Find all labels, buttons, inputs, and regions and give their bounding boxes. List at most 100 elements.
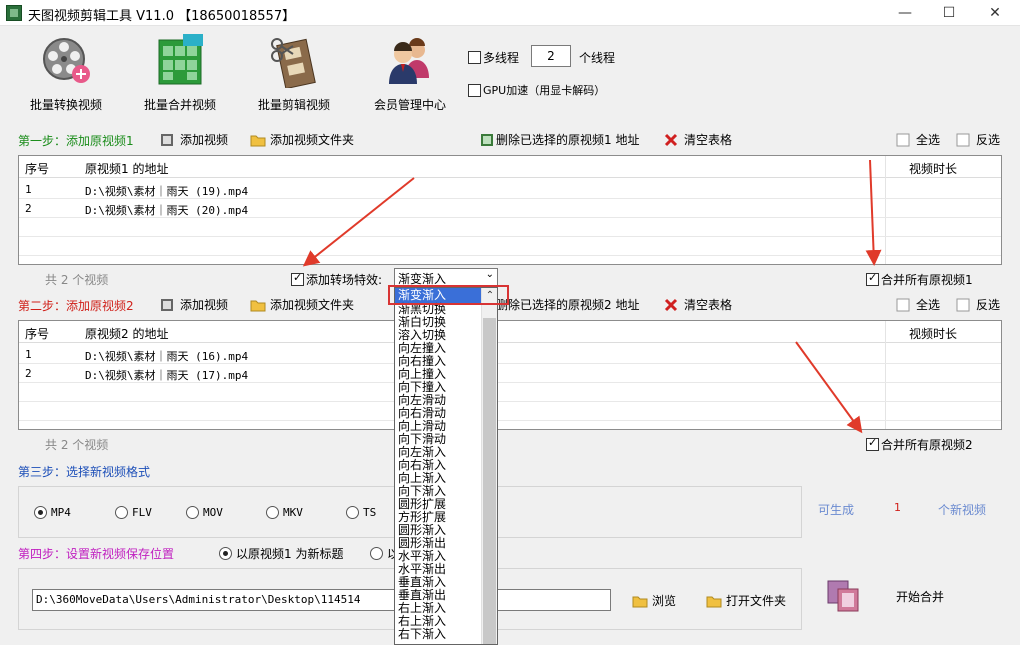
col-path: 原视频2 的地址 — [85, 327, 169, 341]
format-ts[interactable]: TS — [346, 506, 376, 519]
format-mov[interactable]: MOV — [186, 506, 223, 519]
merge-all-1-option[interactable]: 合并所有原视频1 — [866, 271, 973, 288]
step1-count: 共 2 个视频 — [45, 273, 109, 287]
film-add-icon — [160, 133, 174, 147]
format-label: MOV — [203, 506, 223, 519]
tool-label: 批量转换视频 — [29, 98, 102, 112]
step1-table[interactable]: 序号 原视频1 的地址 视频时长 1 D:\视频\素材｜雨天 (19).mp4 … — [18, 155, 1002, 265]
start-merge-button[interactable]: 开始合并 — [826, 578, 966, 614]
batch-edit-button[interactable]: 批量剪辑视频 — [244, 34, 344, 113]
dropdown-scrollbar[interactable]: ⌃ — [481, 288, 497, 644]
step2-invert-button[interactable]: 反选 — [956, 296, 1000, 313]
step2-clear-table-button[interactable]: 清空表格 — [664, 296, 732, 313]
merge-video-icon — [826, 579, 862, 613]
merge-all-2-option[interactable]: 合并所有原视频2 — [866, 436, 973, 453]
col-no: 序号 — [25, 327, 50, 341]
table-row-empty — [19, 402, 1001, 421]
invert-icon — [956, 298, 970, 312]
app-icon — [6, 5, 22, 21]
step1-delete-selected-button[interactable]: 删除已选择的原视频1 地址 — [480, 131, 639, 148]
step2-add-folder-button[interactable]: 添加视频文件夹 — [250, 296, 354, 313]
film-cut-icon — [267, 34, 321, 90]
title-from-original-option[interactable]: 以原视频1 为新标题 — [219, 545, 343, 562]
open-folder-label: 打开文件夹 — [726, 594, 787, 608]
invert-icon — [956, 133, 970, 147]
batch-merge-button[interactable]: 批量合并视频 — [130, 34, 230, 113]
browse-label: 浏览 — [652, 594, 677, 608]
select-all-label: 全选 — [916, 298, 941, 312]
step3-title: 第三步：选择新视频格式 — [18, 465, 151, 479]
radio-title-other[interactable] — [370, 547, 383, 560]
radio-title-original[interactable] — [219, 547, 232, 560]
folder-icon — [632, 594, 648, 608]
maximize-button[interactable]: ☐ — [926, 0, 972, 26]
step2-count: 共 2 个视频 — [45, 438, 109, 452]
table-row[interactable]: 1 D:\视频\素材｜雨天 (16).mp4 — [19, 345, 1001, 364]
tool-label: 会员管理中心 — [373, 98, 446, 112]
table-row[interactable]: 1 D:\视频\素材｜雨天 (19).mp4 — [19, 180, 1001, 199]
minimize-button[interactable]: — — [882, 0, 928, 26]
window-title: 天图视频剪辑工具 V11.0 【18650018557】 — [28, 9, 296, 24]
radio-mkv[interactable] — [266, 506, 279, 519]
selected-item-highlight — [388, 285, 509, 305]
save-path-input[interactable]: D:\360MoveData\Users\Administrator\Deskt… — [32, 589, 611, 611]
row-no: 1 — [25, 348, 32, 361]
col-no: 序号 — [25, 162, 50, 176]
merge-all-2-checkbox[interactable] — [866, 436, 879, 451]
format-label: MKV — [283, 506, 303, 519]
table-row[interactable]: 2 D:\视频\素材｜雨天 (20).mp4 — [19, 199, 1001, 218]
open-folder-button[interactable]: 打开文件夹 — [706, 592, 786, 609]
step1-add-video-button[interactable]: 添加视频 — [160, 131, 228, 148]
film-add-icon — [160, 298, 174, 312]
member-center-button[interactable]: 会员管理中心 — [360, 34, 460, 113]
format-label: MP4 — [51, 506, 71, 519]
scroll-thumb[interactable] — [483, 318, 496, 644]
step2-table[interactable]: 序号 原视频2 的地址 视频时长 1 D:\视频\素材｜雨天 (16).mp4 … — [18, 320, 1002, 430]
browse-button[interactable]: 浏览 — [632, 592, 676, 609]
transition-dropdown-list[interactable]: 渐变渐入 渐黑切换 渐白切换 溶入切换 向左撞入 向右撞入 向上撞入 向下撞入 向左滑动 向右滑动… — [394, 287, 498, 645]
radio-ts[interactable] — [346, 506, 359, 519]
film-reel-icon — [39, 34, 93, 88]
merge-all-2-label: 合并所有原视频2 — [881, 438, 973, 452]
merge-all-1-label: 合并所有原视频1 — [881, 273, 973, 287]
format-label: TS — [363, 506, 377, 519]
step1-clear-table-button[interactable]: 清空表格 — [664, 131, 732, 148]
step1-title: 第一步：添加原视频1 — [18, 132, 134, 149]
row-no: 2 — [25, 367, 32, 380]
format-mp4[interactable]: MP4 — [34, 506, 71, 519]
multithread-option[interactable]: 多线程 — [468, 49, 519, 66]
merge-all-1-checkbox[interactable] — [866, 271, 879, 286]
step1-select-all-button[interactable]: 全选 — [896, 131, 940, 148]
transition-option[interactable]: 添加转场特效: — [291, 271, 382, 288]
step1-add-folder-button[interactable]: 添加视频文件夹 — [250, 131, 354, 148]
row-path: D:\视频\素材｜雨天 (20).mp4 — [85, 204, 249, 217]
format-label: FLV — [132, 506, 152, 519]
film-delete-icon — [480, 133, 494, 147]
thread-count-input[interactable]: 2 — [531, 45, 571, 67]
multithread-checkbox[interactable] — [468, 51, 481, 64]
gpu-option[interactable]: GPU加速（用显卡解码） — [468, 82, 605, 98]
title-bar: 天图视频剪辑工具 V11.0 【18650018557】 — ☐ ✕ — [0, 0, 1020, 26]
step1-prefix: 第一步： — [18, 134, 67, 148]
folder-add-icon — [250, 133, 266, 147]
add-folder-label: 添加视频文件夹 — [270, 133, 355, 147]
close-button[interactable]: ✕ — [972, 0, 1018, 26]
step2-select-all-button[interactable]: 全选 — [896, 296, 940, 313]
radio-mov[interactable] — [186, 506, 199, 519]
table-row[interactable]: 2 D:\视频\素材｜雨天 (17).mp4 — [19, 364, 1001, 383]
invert-label: 反选 — [976, 298, 1001, 312]
step2-add-video-button[interactable]: 添加视频 — [160, 296, 228, 313]
table-header: 序号 原视频2 的地址 视频时长 — [19, 321, 1001, 343]
batch-convert-button[interactable]: 批量转换视频 — [16, 34, 116, 113]
red-x-icon — [664, 298, 678, 312]
transition-checkbox[interactable] — [291, 271, 304, 286]
radio-mp4[interactable] — [34, 506, 47, 519]
format-flv[interactable]: FLV — [115, 506, 152, 519]
radio-flv[interactable] — [115, 506, 128, 519]
members-icon — [383, 34, 437, 88]
gpu-checkbox[interactable] — [468, 83, 481, 97]
add-folder-label: 添加视频文件夹 — [270, 298, 355, 312]
format-mkv[interactable]: MKV — [266, 506, 303, 519]
step1-invert-button[interactable]: 反选 — [956, 131, 1000, 148]
start-merge-label: 开始合并 — [896, 589, 945, 604]
